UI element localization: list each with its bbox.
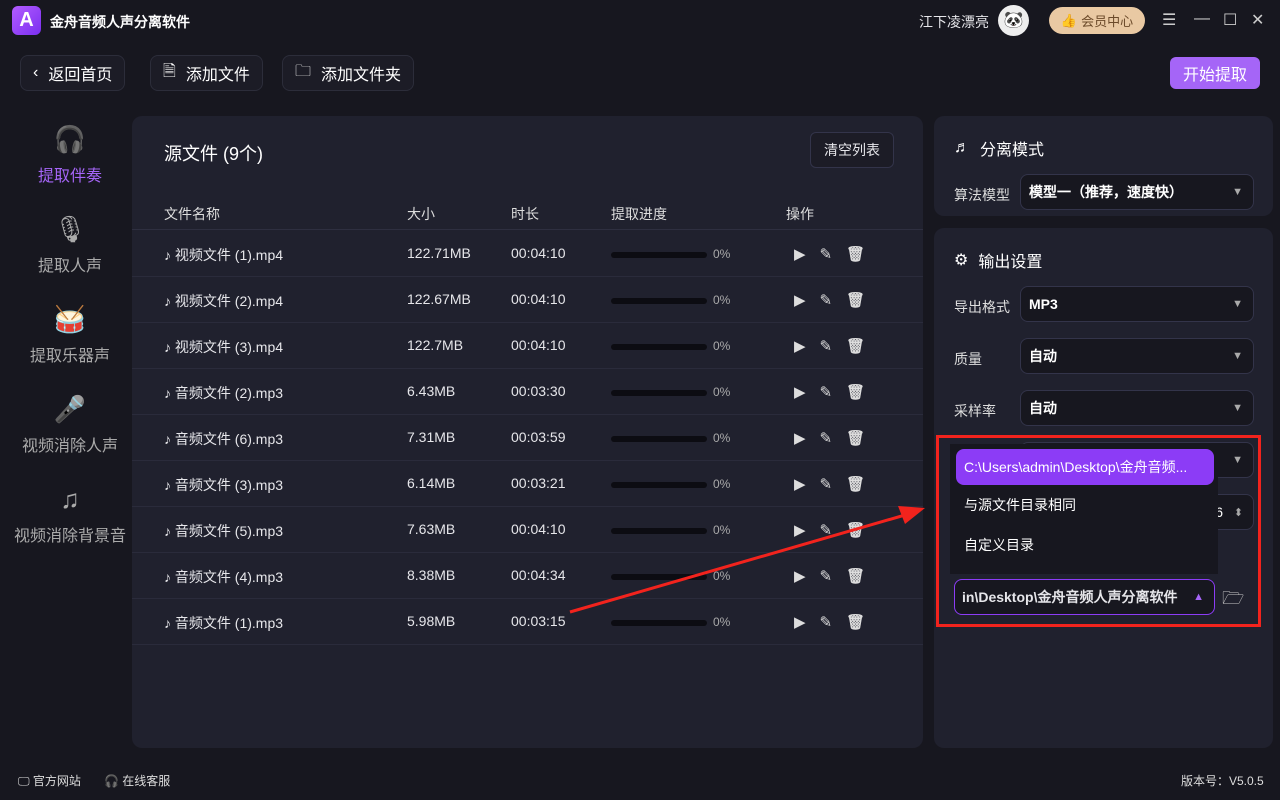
website-label: 官方网站 (33, 774, 81, 788)
monitor-icon: 🖵 (18, 774, 30, 788)
support-label: 在线客服 (122, 774, 170, 788)
online-support-link[interactable]: 🎧 在线客服 (104, 772, 170, 789)
version-label: 版本号：V5.0.5 (1181, 772, 1264, 789)
official-website-link[interactable]: 🖵 官方网站 (18, 772, 81, 789)
annotation-arrow (0, 0, 1280, 800)
headset-icon: 🎧 (104, 774, 119, 788)
